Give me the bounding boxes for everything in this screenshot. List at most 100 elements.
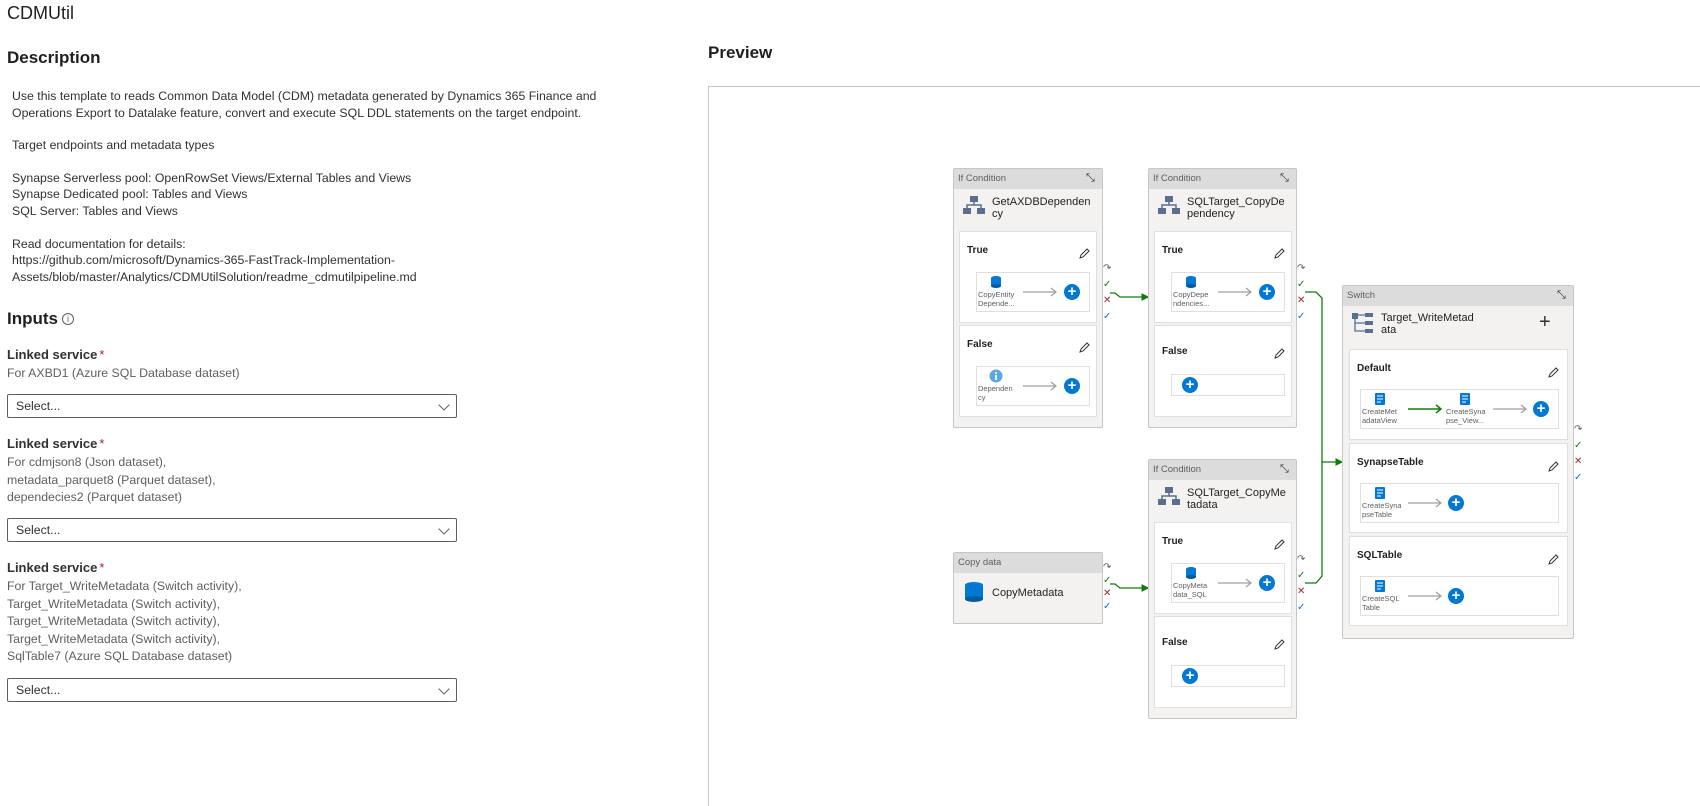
arrow-icon (1493, 404, 1527, 414)
copy-activity-icon (1186, 567, 1196, 579)
add-activity-icon[interactable]: + (1064, 378, 1080, 394)
activity-container: CreateSQL Table + (1360, 576, 1559, 616)
activity-container: CreateSyna pseTable + (1360, 483, 1559, 523)
skip-port-icon[interactable]: ↷ (1297, 261, 1309, 277)
fail-port-icon[interactable]: ✕ (1297, 584, 1309, 600)
activity-container: CopyMeta data_SQL + (1171, 563, 1285, 603)
true-branch[interactable]: True CopyEntity Depende... + (959, 231, 1097, 323)
true-branch[interactable]: True CopyDepe ndencies... + (1154, 231, 1292, 323)
fail-port-icon[interactable]: ✕ (1297, 293, 1309, 309)
skip-port-icon[interactable]: ↷ (1297, 552, 1309, 568)
collapse-icon[interactable]: ⤡ (1086, 172, 1098, 184)
node-type-label: If Condition ⤡ (954, 169, 1102, 189)
branch-label: False (1162, 637, 1188, 648)
fail-port-icon[interactable]: ✕ (1574, 454, 1586, 470)
false-branch[interactable]: False + (1154, 325, 1292, 417)
add-activity-icon[interactable]: + (1448, 588, 1464, 604)
fail-port-icon[interactable]: ✕ (1103, 587, 1115, 600)
success-port-icon[interactable]: ✓ (1103, 574, 1115, 587)
activity-container: + (1171, 665, 1285, 687)
node-ports: ↷ ✓ ✕ ✓ (1297, 552, 1309, 616)
success-port-icon[interactable]: ✓ (1297, 568, 1309, 584)
node-title: Target_WriteMetad ata (1381, 312, 1474, 336)
fail-port-icon[interactable]: ✕ (1103, 293, 1115, 309)
skip-port-icon[interactable]: ↷ (1103, 261, 1115, 277)
false-branch[interactable]: False Dependen cy + (959, 325, 1097, 417)
add-activity-icon[interactable]: + (1259, 575, 1275, 591)
activity-name: CopyEntity Depende... (978, 290, 1015, 308)
arrow-icon (1408, 498, 1442, 508)
activity-name: CreateSyna pse_View... (1446, 407, 1486, 425)
activity-name: Dependen cy (978, 384, 1013, 402)
switch-case-sqltable[interactable]: SQLTable CreateSQL Table + (1349, 536, 1568, 626)
activity-name: CopyMeta data_SQL (1173, 581, 1208, 599)
pencil-icon[interactable] (1273, 639, 1285, 651)
branch-label: SQLTable (1357, 550, 1403, 561)
branch-label: SynapseTable (1357, 457, 1424, 468)
add-activity-icon[interactable]: + (1448, 495, 1464, 511)
activity-name: CreateMet adataView (1362, 407, 1398, 425)
complete-port-icon[interactable]: ✓ (1574, 470, 1586, 486)
node-type-label: Switch ⤡ (1343, 286, 1573, 306)
add-case-icon[interactable]: + (1539, 312, 1551, 332)
collapse-icon[interactable]: ⤡ (1280, 172, 1292, 184)
pencil-icon[interactable] (1547, 554, 1559, 566)
info-activity-icon (989, 369, 1003, 383)
node-type-label: If Condition ⤡ (1149, 460, 1296, 480)
node-ports: ↷ ✓ ✕ ✓ (1103, 561, 1115, 613)
pencil-icon[interactable] (1078, 248, 1090, 260)
copy-data-node[interactable]: Copy data CopyMetadata (953, 552, 1103, 624)
copy-data-icon (965, 582, 983, 602)
add-activity-icon[interactable]: + (1182, 668, 1198, 684)
branch-label: False (967, 339, 993, 350)
activity-container: + (1171, 374, 1285, 396)
collapse-icon[interactable]: ⤡ (1557, 289, 1569, 301)
skip-port-icon[interactable]: ↷ (1574, 422, 1586, 438)
complete-port-icon[interactable]: ✓ (1103, 600, 1115, 613)
node-title: CopyMetadata (992, 587, 1064, 599)
success-port-icon[interactable]: ✓ (1103, 277, 1115, 293)
switch-node[interactable]: Switch ⤡ Target_WriteMetad ata + Default C… (1342, 285, 1574, 639)
branch-label: Default (1357, 363, 1391, 374)
add-activity-icon[interactable]: + (1533, 401, 1549, 417)
true-branch[interactable]: True CopyMeta data_SQL + (1154, 522, 1292, 614)
if-condition-node[interactable]: If Condition ⤡ SQLTarget_CopyMe tadata Tru… (1148, 459, 1297, 719)
branch-label: True (1162, 245, 1184, 256)
activity-container: CopyDepe ndencies... + (1171, 272, 1285, 312)
if-condition-node[interactable]: If Condition ⤡ SQLTarget_CopyDe pendency T… (1148, 168, 1297, 428)
activity-name: CreateSQL Table (1362, 594, 1400, 612)
pencil-icon[interactable] (1273, 539, 1285, 551)
complete-port-icon[interactable]: ✓ (1103, 309, 1115, 325)
pencil-icon[interactable] (1547, 461, 1559, 473)
if-condition-node[interactable]: If Condition ⤡ GetAXDBDependen cy True Cop… (953, 168, 1103, 428)
pencil-icon[interactable] (1273, 248, 1285, 260)
success-port-icon[interactable]: ✓ (1297, 277, 1309, 293)
node-title: SQLTarget_CopyDe pendency (1187, 196, 1285, 220)
switch-case-synapsetable[interactable]: SynapseTable CreateSyna pseTable + (1349, 443, 1568, 533)
pencil-icon[interactable] (1078, 342, 1090, 354)
pencil-icon[interactable] (1273, 348, 1285, 360)
arrow-icon (1218, 578, 1252, 588)
node-ports: ↷ ✓ ✕ ✓ (1297, 261, 1309, 325)
if-condition-icon (963, 196, 985, 214)
success-port-icon[interactable]: ✓ (1574, 438, 1586, 454)
add-activity-icon[interactable]: + (1259, 284, 1275, 300)
node-type-label: If Condition ⤡ (1149, 169, 1296, 189)
script-activity-icon (1375, 393, 1385, 405)
switch-case-default[interactable]: Default CreateMet adataView CreateSyna pse… (1349, 349, 1568, 440)
complete-port-icon[interactable]: ✓ (1297, 600, 1309, 616)
complete-port-icon[interactable]: ✓ (1297, 309, 1309, 325)
script-activity-icon (1375, 487, 1385, 499)
node-ports: ↷ ✓ ✕ ✓ (1574, 422, 1586, 486)
collapse-icon[interactable]: ⤡ (1280, 463, 1292, 475)
skip-port-icon[interactable]: ↷ (1103, 561, 1115, 574)
arrow-icon (1218, 287, 1252, 297)
pencil-icon[interactable] (1547, 367, 1559, 379)
success-arrow-icon (1408, 404, 1443, 414)
add-activity-icon[interactable]: + (1064, 284, 1080, 300)
add-activity-icon[interactable]: + (1182, 377, 1198, 393)
node-ports: ↷ ✓ ✕ ✓ (1103, 261, 1115, 325)
switch-icon (1352, 313, 1373, 333)
script-activity-icon (1460, 393, 1470, 405)
false-branch[interactable]: False + (1154, 616, 1292, 708)
